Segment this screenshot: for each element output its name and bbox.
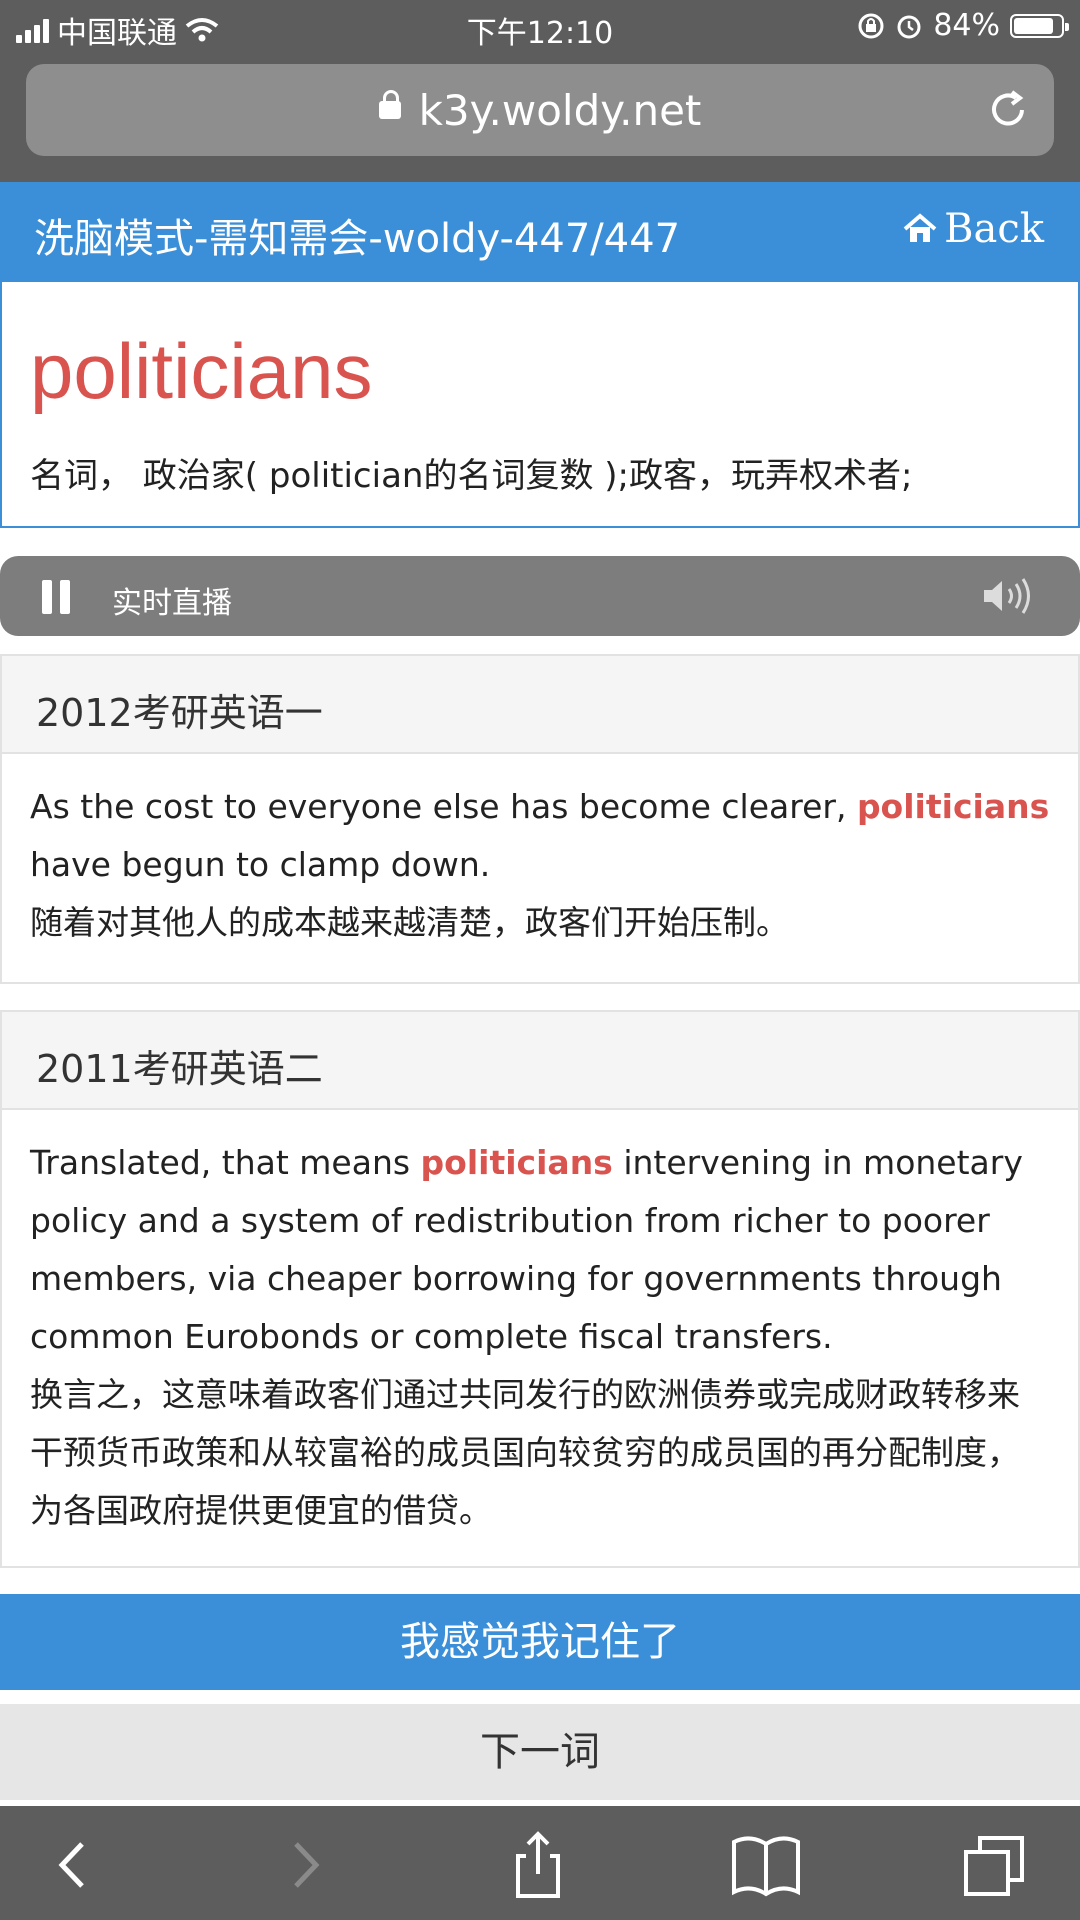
back-button[interactable]: Back: [902, 206, 1044, 252]
speaker-icon[interactable]: [980, 576, 1036, 616]
example-highlight: politicians: [856, 787, 1050, 826]
reload-icon[interactable]: [984, 86, 1032, 134]
example-en-after: have begun to clamp down.: [30, 845, 491, 884]
browser-chrome: 中国联通 下午12:10 84% k3y.woldy.net: [0, 0, 1080, 182]
word-definition: 名词， 政治家( politician的名词复数 );政客，玩弄权术者;: [30, 456, 913, 496]
remember-button[interactable]: 我感觉我记住了: [0, 1594, 1080, 1690]
example-en-before: Translated, that means: [30, 1143, 421, 1182]
example-body: Translated, that means politicians inter…: [2, 1110, 1078, 1540]
word-panel: politicians 名词， 政治家( politician的名词复数 );政…: [0, 282, 1080, 528]
example-source: 2012考研英语一: [36, 691, 323, 735]
battery-percent: 84%: [933, 8, 1000, 43]
pause-icon[interactable]: [42, 580, 70, 614]
home-icon: [903, 213, 937, 242]
alarm-icon: [897, 15, 921, 38]
battery-icon: [1010, 13, 1069, 38]
example-zh: 随着对其他人的成本越来越清楚，政客们开始压制。: [30, 903, 789, 942]
status-bar: 中国联通 下午12:10 84%: [0, 0, 1080, 54]
tabs-icon[interactable]: [956, 1830, 1036, 1900]
back-label: Back: [944, 206, 1044, 252]
forward-arrow-icon[interactable]: [264, 1830, 344, 1900]
word-title: politicians: [30, 327, 373, 415]
address-bar[interactable]: k3y.woldy.net: [26, 64, 1054, 156]
page-title: 洗脑模式-需知需会-woldy-447/447: [34, 216, 681, 262]
example-card: 2012考研英语一 As the cost to everyone else h…: [0, 654, 1080, 984]
example-body: As the cost to everyone else has become …: [2, 754, 1078, 952]
example-zh: 换言之，这意味着政客们通过共同发行的欧洲债券或完成财政转移来干预货币政策和从较富…: [30, 1375, 1020, 1530]
live-label: 实时直播: [112, 586, 232, 621]
live-player: 实时直播: [0, 556, 1080, 636]
share-icon[interactable]: [498, 1830, 578, 1900]
example-source-header: 2012考研英语一: [2, 656, 1078, 754]
example-source-header: 2011考研英语二: [2, 1012, 1078, 1110]
example-card: 2011考研英语二 Translated, that means politic…: [0, 1010, 1080, 1568]
url-text: k3y.woldy.net: [418, 86, 702, 135]
back-arrow-icon[interactable]: [34, 1830, 114, 1900]
example-en-before: As the cost to everyone else has become …: [30, 787, 857, 826]
browser-toolbar: [0, 1806, 1080, 1920]
rotation-lock-icon: [858, 13, 884, 38]
example-source: 2011考研英语二: [36, 1047, 323, 1091]
bookmarks-icon[interactable]: [726, 1830, 806, 1900]
next-word-button[interactable]: 下一词: [0, 1704, 1080, 1800]
example-highlight: politicians: [420, 1143, 613, 1182]
lock-icon: [378, 89, 401, 119]
page-header: 洗脑模式-需知需会-woldy-447/447 Back: [0, 182, 1080, 282]
